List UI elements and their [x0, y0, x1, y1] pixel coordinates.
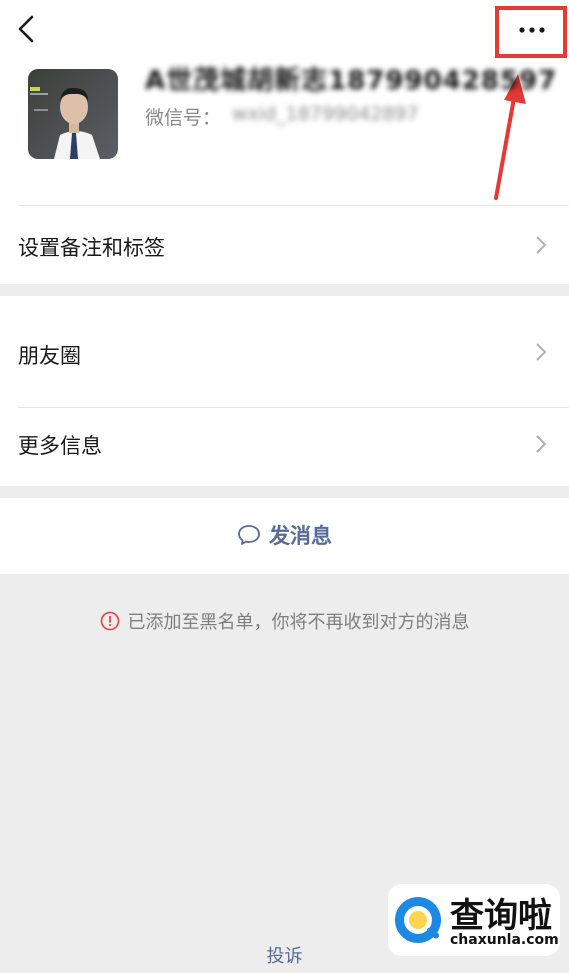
avatar-photo-icon: [28, 69, 118, 159]
blacklist-notice: 已添加至黑名单，你将不再收到对方的消息: [0, 608, 569, 634]
more-options-icon[interactable]: [514, 18, 550, 42]
watermark: 查询啦 chaxunla.com: [388, 884, 560, 956]
wechat-id-label: 微信号：: [145, 107, 222, 129]
profile-header: A世茂城胡新志187990428597 微信号： wxid_1879904289…: [0, 0, 569, 206]
send-message-content: 发消息: [0, 520, 569, 550]
more-info-label: 更多信息: [18, 434, 102, 458]
moments-label: 朋友圈: [18, 344, 81, 368]
chevron-right-icon: [536, 236, 547, 254]
watermark-text: 查询啦: [450, 896, 552, 936]
send-message-label: 发消息: [269, 524, 332, 548]
chevron-right-icon: [536, 435, 547, 453]
chat-bubble-icon: [238, 525, 260, 545]
remark-tags-row[interactable]: 设置备注和标签: [0, 206, 569, 284]
back-arrow-icon[interactable]: [12, 12, 42, 46]
warning-icon: [100, 611, 119, 631]
wechat-id-value: wxid_18799042897: [232, 103, 419, 125]
moments-row[interactable]: 朋友圈: [0, 296, 569, 407]
send-message-button[interactable]: 发消息: [0, 498, 569, 574]
chevron-right-icon: [536, 343, 547, 361]
moments-more-group: 朋友圈 更多信息: [0, 296, 569, 486]
watermark-url: chaxunla.com: [450, 932, 559, 948]
contact-name: A世茂城胡新志187990428597: [145, 66, 558, 96]
avatar[interactable]: [28, 69, 118, 159]
blacklist-notice-text: 已添加至黑名单，你将不再收到对方的消息: [127, 612, 470, 633]
remark-tags-label: 设置备注和标签: [18, 236, 165, 260]
more-info-row[interactable]: 更多信息: [0, 408, 569, 486]
